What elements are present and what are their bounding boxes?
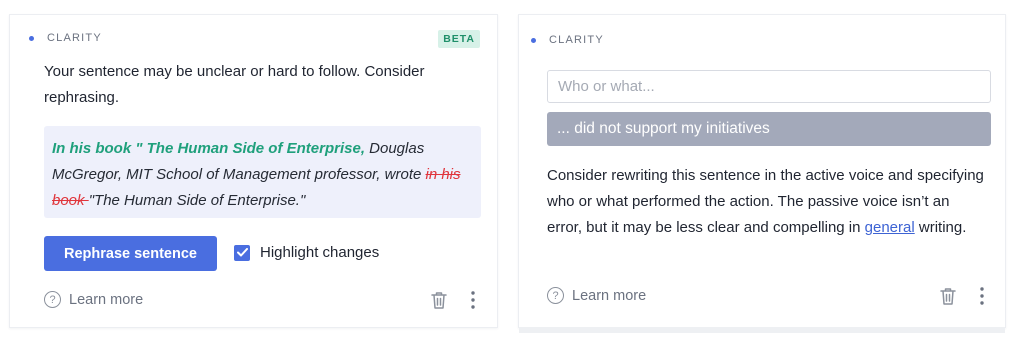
trash-icon[interactable] (428, 289, 450, 311)
learn-more-link[interactable]: ? Learn more (44, 291, 143, 308)
category-label: CLARITY (549, 34, 604, 46)
description-text-end: writing. (914, 219, 967, 236)
clarity-card-rephrase: CLARITY BETA Your sentence may be unclea… (9, 14, 498, 328)
card-bottom-strip (519, 327, 1005, 333)
suggestion-text-end: "The Human Side of Enterprise." (88, 192, 306, 209)
card-header: CLARITY (29, 32, 102, 44)
highlight-changes-checkbox[interactable] (234, 244, 250, 261)
category-label: CLARITY (47, 32, 102, 44)
card-description: Your sentence may be unclear or hard to … (44, 63, 425, 106)
inserted-text: In his book " The Human Side of Enterpri… (52, 140, 365, 157)
learn-more-link[interactable]: ? Learn more (547, 287, 646, 304)
trash-icon[interactable] (937, 285, 959, 307)
rephrase-sentence-button[interactable]: Rephrase sentence (44, 236, 217, 271)
clarity-card-passive-voice: CLARITY ... did not support my initiativ… (518, 14, 1006, 333)
category-dot (29, 35, 34, 41)
beta-badge: BETA (438, 30, 480, 48)
help-icon: ? (547, 287, 564, 304)
learn-more-label: Learn more (69, 291, 144, 308)
general-link[interactable]: general (865, 219, 915, 236)
card-header: CLARITY (531, 34, 604, 46)
suggestion-box[interactable]: In his book " The Human Side of Enterpri… (44, 126, 481, 218)
more-vertical-icon[interactable] (975, 285, 989, 307)
learn-more-label: Learn more (572, 287, 647, 304)
category-dot (531, 37, 536, 43)
checkmark-icon (236, 248, 248, 257)
highlight-changes-label: Highlight changes (260, 244, 380, 261)
sentence-ending-suggestion[interactable]: ... did not support my initiatives (547, 112, 991, 146)
who-or-what-input[interactable] (547, 70, 991, 103)
help-icon: ? (44, 291, 61, 308)
more-vertical-icon[interactable] (466, 289, 480, 311)
highlight-changes-toggle[interactable]: Highlight changes (234, 244, 379, 261)
card-description: Consider rewriting this sentence in the … (547, 163, 987, 241)
